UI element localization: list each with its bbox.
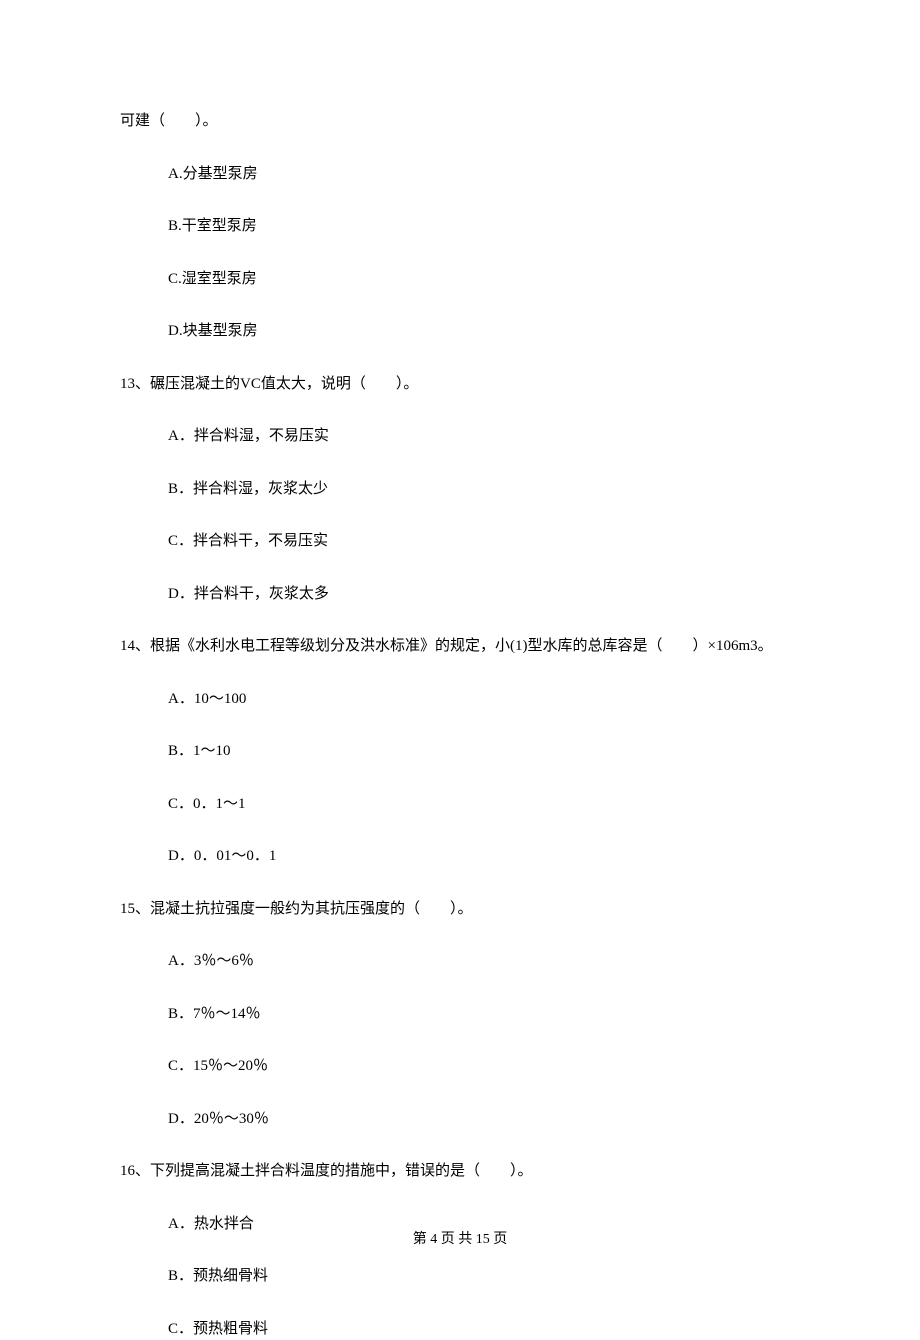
option-15-A: A．3％～6％ [168,950,800,973]
question-15-options: A．3％～6％ B．7％～14％ C．15％～20％ D．20％～30％ [120,950,800,1130]
option-15-D: D．20％～30％ [168,1108,800,1131]
option-13-A: A．拌合料湿，不易压实 [168,425,800,448]
question-16-stem: 16、下列提高混凝土拌合料温度的措施中，错误的是（ ）。 [120,1160,800,1183]
option-14-C: C．0．1～1 [168,793,800,816]
option-13-C: C．拌合料干，不易压实 [168,530,800,553]
option-16-C: C．预热粗骨料 [168,1318,800,1340]
question-12-options: A.分基型泵房 B.干室型泵房 C.湿室型泵房 D.块基型泵房 [120,163,800,343]
option-15-C: C．15％～20％ [168,1055,800,1078]
option-15-B: B．7％～14％ [168,1003,800,1026]
option-13-D: D．拌合料干，灰浆太多 [168,583,800,606]
question-14-stem: 14、根据《水利水电工程等级划分及洪水标准》的规定，小(1)型水库的总库容是（ … [120,635,800,658]
option-14-A: A．10～100 [168,688,800,711]
question-12-tail: 可建（ ）。 [120,110,800,133]
option-12-B: B.干室型泵房 [168,215,800,238]
question-13-stem: 13、碾压混凝土的VC值太大，说明（ ）。 [120,373,800,396]
option-12-D: D.块基型泵房 [168,320,800,343]
option-14-B: B．1～10 [168,740,800,763]
option-16-B: B．预热细骨料 [168,1265,800,1288]
option-14-D: D．0．01～0．1 [168,845,800,868]
question-13-options: A．拌合料湿，不易压实 B．拌合料湿，灰浆太少 C．拌合料干，不易压实 D．拌合… [120,425,800,605]
question-14-options: A．10～100 B．1～10 C．0．1～1 D．0．01～0．1 [120,688,800,868]
option-12-A: A.分基型泵房 [168,163,800,186]
option-13-B: B．拌合料湿，灰浆太少 [168,478,800,501]
page-footer: 第 4 页 共 15 页 [0,1229,920,1250]
question-15-stem: 15、混凝土抗拉强度一般约为其抗压强度的（ ）。 [120,898,800,921]
option-12-C: C.湿室型泵房 [168,268,800,291]
